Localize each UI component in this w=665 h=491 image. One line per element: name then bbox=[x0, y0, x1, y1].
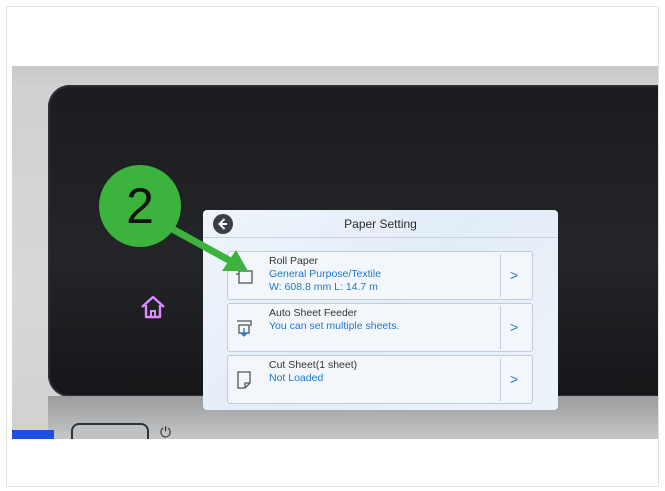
home-icon[interactable] bbox=[138, 294, 168, 320]
row-divider bbox=[500, 358, 501, 401]
callout-arrow-icon bbox=[152, 216, 262, 286]
caption-area bbox=[7, 439, 658, 486]
power-button[interactable] bbox=[71, 423, 149, 439]
auto-sheet-feeder-row[interactable]: Auto Sheet Feeder You can set multiple s… bbox=[227, 303, 533, 352]
chevron-right-icon[interactable]: > bbox=[510, 319, 518, 335]
photo-card: ⏻ Paper Setting Roll Paper General Purpo… bbox=[6, 6, 659, 487]
indicator-led bbox=[12, 430, 54, 439]
chevron-right-icon[interactable]: > bbox=[510, 371, 518, 387]
row-divider bbox=[500, 254, 501, 297]
printer-photo: ⏻ Paper Setting Roll Paper General Purpo… bbox=[12, 66, 658, 439]
roll-paper-type: General Purpose/Textile bbox=[269, 268, 382, 280]
cut-sheet-title: Cut Sheet(1 sheet) bbox=[269, 359, 358, 371]
power-icon: ⏻ bbox=[160, 424, 172, 439]
sheet-feeder-icon bbox=[234, 317, 254, 339]
roll-paper-title: Roll Paper bbox=[269, 255, 319, 267]
cut-sheet-status: Not Loaded bbox=[269, 372, 324, 384]
cut-sheet-icon bbox=[234, 369, 254, 391]
roll-paper-row[interactable]: Roll Paper General Purpose/Textile W: 60… bbox=[227, 251, 533, 300]
auto-sheet-feeder-info: You can set multiple sheets. bbox=[269, 320, 400, 332]
chevron-right-icon[interactable]: > bbox=[510, 267, 518, 283]
roll-paper-size: W: 608.8 mm L: 14.7 m bbox=[269, 281, 378, 293]
auto-sheet-feeder-title: Auto Sheet Feeder bbox=[269, 307, 358, 319]
cut-sheet-row[interactable]: Cut Sheet(1 sheet) Not Loaded > bbox=[227, 355, 533, 404]
row-divider bbox=[500, 306, 501, 349]
